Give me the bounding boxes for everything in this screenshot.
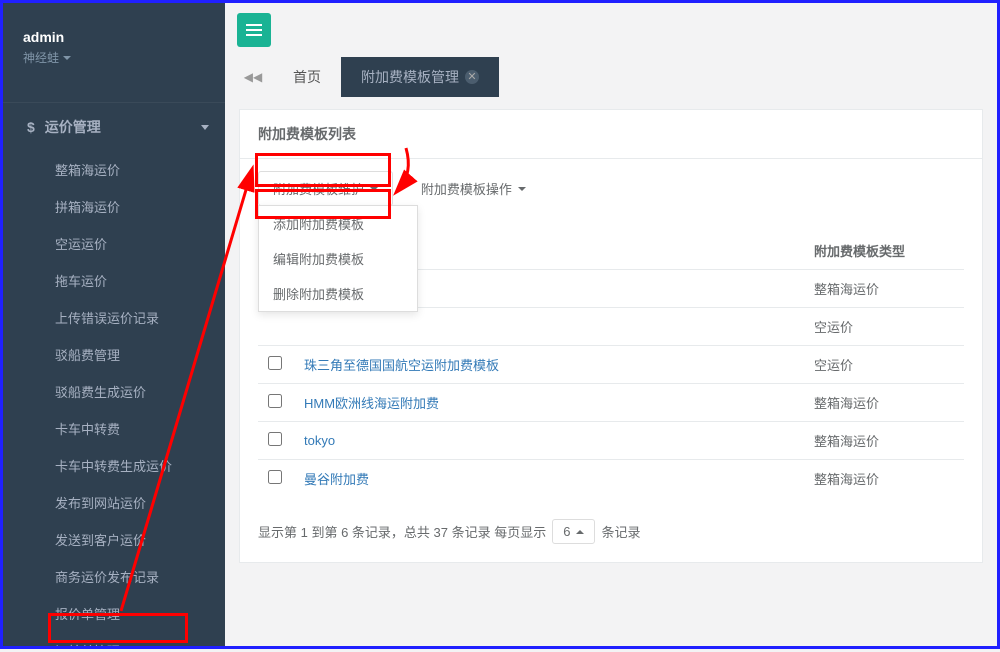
maintain-dropdown: 添加附加费模板 编辑附加费模板 删除附加费模板	[258, 205, 418, 312]
sidebar-item[interactable]: 上传错误运价记录	[3, 299, 225, 336]
table-row: 珠三角至德国国航空运附加费模板 空运价	[258, 346, 964, 384]
tab-active[interactable]: 附加费模板管理 ✕	[341, 57, 499, 97]
pager-text-suffix: 条记录	[601, 522, 640, 541]
page-size-select[interactable]: 6	[552, 519, 595, 544]
double-chevron-left-icon: ◀◀	[244, 70, 262, 84]
main: ◀◀ 首页 附加费模板管理 ✕ 附加费模板列表 附加费模板维护 添加附加费模板 …	[225, 3, 997, 646]
table-row: 曼谷附加费 整箱海运价	[258, 460, 964, 498]
row-checkbox[interactable]	[268, 394, 282, 408]
hamburger-icon	[246, 21, 262, 39]
sidebar-item[interactable]: 报价单管理	[3, 595, 225, 632]
table-row: tokyo 整箱海运价	[258, 422, 964, 460]
table-row: 空运价	[258, 308, 964, 346]
row-checkbox[interactable]	[268, 356, 282, 370]
nav-section-label: 运价管理	[45, 117, 101, 137]
sidebar-item[interactable]: 商务运价发布记录	[3, 558, 225, 595]
dropdown-item-delete[interactable]: 删除附加费模板	[259, 276, 417, 311]
close-icon[interactable]: ✕	[465, 70, 479, 84]
sidebar-item[interactable]: 发送到客户运价	[3, 521, 225, 558]
pager: 显示第 1 到第 6 条记录，总共 37 条记录 每页显示 6 条记录	[240, 509, 982, 562]
sidebar-item[interactable]: 拼箱海运价	[3, 188, 225, 225]
sidebar-item[interactable]: 空运运价	[3, 225, 225, 262]
maintain-btn-group: 附加费模板维护 添加附加费模板 编辑附加费模板 删除附加费模板	[258, 171, 393, 206]
operate-button[interactable]: 附加费模板操作	[407, 172, 540, 205]
sidebar-item[interactable]: 卡车中转费生成运价	[3, 447, 225, 484]
operate-button-label: 附加费模板操作	[421, 179, 512, 198]
tab-active-label: 附加费模板管理	[361, 67, 459, 87]
sidebar: admin 神经蛙 $ 运价管理 整箱海运价 拼箱海运价 空运运价 拖车运价 上…	[3, 3, 225, 646]
row-name[interactable]: 珠三角至德国国航空运附加费模板	[294, 346, 804, 384]
maintain-button-label: 附加费模板维护	[273, 179, 364, 198]
row-type: 空运价	[804, 308, 964, 346]
maintain-button[interactable]: 附加费模板维护	[258, 171, 393, 206]
col-type: 附加费模板类型	[804, 232, 964, 270]
chevron-down-icon	[201, 125, 209, 130]
nav-section: $ 运价管理 整箱海运价 拼箱海运价 空运运价 拖车运价 上传错误运价记录 驳船…	[3, 102, 225, 646]
caret-down-icon	[370, 187, 378, 191]
tabbar: ◀◀ 首页 附加费模板管理 ✕	[225, 57, 997, 97]
row-type: 空运价	[804, 346, 964, 384]
row-checkbox[interactable]	[268, 470, 282, 484]
topbar	[225, 3, 997, 57]
sidebar-header: admin 神经蛙	[3, 3, 225, 72]
dollar-icon: $	[27, 119, 35, 135]
sidebar-user-name: 神经蛙	[23, 49, 59, 66]
pager-text-prefix: 显示第 1 到第 6 条记录，总共 37 条记录 每页显示	[258, 522, 546, 541]
nav-sub-list: 整箱海运价 拼箱海运价 空运运价 拖车运价 上传错误运价记录 驳船费管理 驳船费…	[3, 151, 225, 646]
page-size-value: 6	[563, 524, 570, 539]
sidebar-admin-label: admin	[23, 29, 205, 45]
caret-down-icon	[518, 187, 526, 191]
row-name[interactable]: tokyo	[294, 422, 804, 460]
row-type: 整箱海运价	[804, 270, 964, 308]
sidebar-item[interactable]: 整箱海运价	[3, 151, 225, 188]
row-checkbox[interactable]	[268, 432, 282, 446]
nav-section-title[interactable]: $ 运价管理	[3, 103, 225, 151]
panel-body: 附加费模板维护 添加附加费模板 编辑附加费模板 删除附加费模板 附加费模板操作	[240, 159, 982, 509]
sidebar-item[interactable]: 驳船费生成运价	[3, 373, 225, 410]
caret-up-icon	[576, 530, 584, 534]
sidebar-user-dropdown[interactable]: 神经蛙	[23, 49, 71, 66]
caret-down-icon	[63, 56, 71, 60]
row-name[interactable]	[294, 308, 804, 346]
tabs-collapse-button[interactable]: ◀◀	[233, 57, 273, 97]
dropdown-item-edit[interactable]: 编辑附加费模板	[259, 241, 417, 276]
table-row: HMM欧洲线海运附加费 整箱海运价	[258, 384, 964, 422]
operate-btn-group: 附加费模板操作	[407, 172, 540, 205]
sidebar-item[interactable]: 订舱单管理	[3, 632, 225, 646]
tab-home-label: 首页	[293, 67, 321, 87]
row-type: 整箱海运价	[804, 422, 964, 460]
sidebar-item[interactable]: 卡车中转费	[3, 410, 225, 447]
sidebar-item[interactable]: 拖车运价	[3, 262, 225, 299]
tab-home[interactable]: 首页	[273, 57, 341, 97]
row-name[interactable]: 曼谷附加费	[294, 460, 804, 498]
sidebar-item[interactable]: 驳船费管理	[3, 336, 225, 373]
row-name[interactable]: HMM欧洲线海运附加费	[294, 384, 804, 422]
panel-title: 附加费模板列表	[240, 110, 982, 159]
dropdown-item-add[interactable]: 添加附加费模板	[259, 206, 417, 241]
hamburger-button[interactable]	[237, 13, 271, 47]
row-type: 整箱海运价	[804, 384, 964, 422]
content-panel: 附加费模板列表 附加费模板维护 添加附加费模板 编辑附加费模板 删除附加费模板 …	[239, 109, 983, 563]
sidebar-item[interactable]: 发布到网站运价	[3, 484, 225, 521]
row-type: 整箱海运价	[804, 460, 964, 498]
